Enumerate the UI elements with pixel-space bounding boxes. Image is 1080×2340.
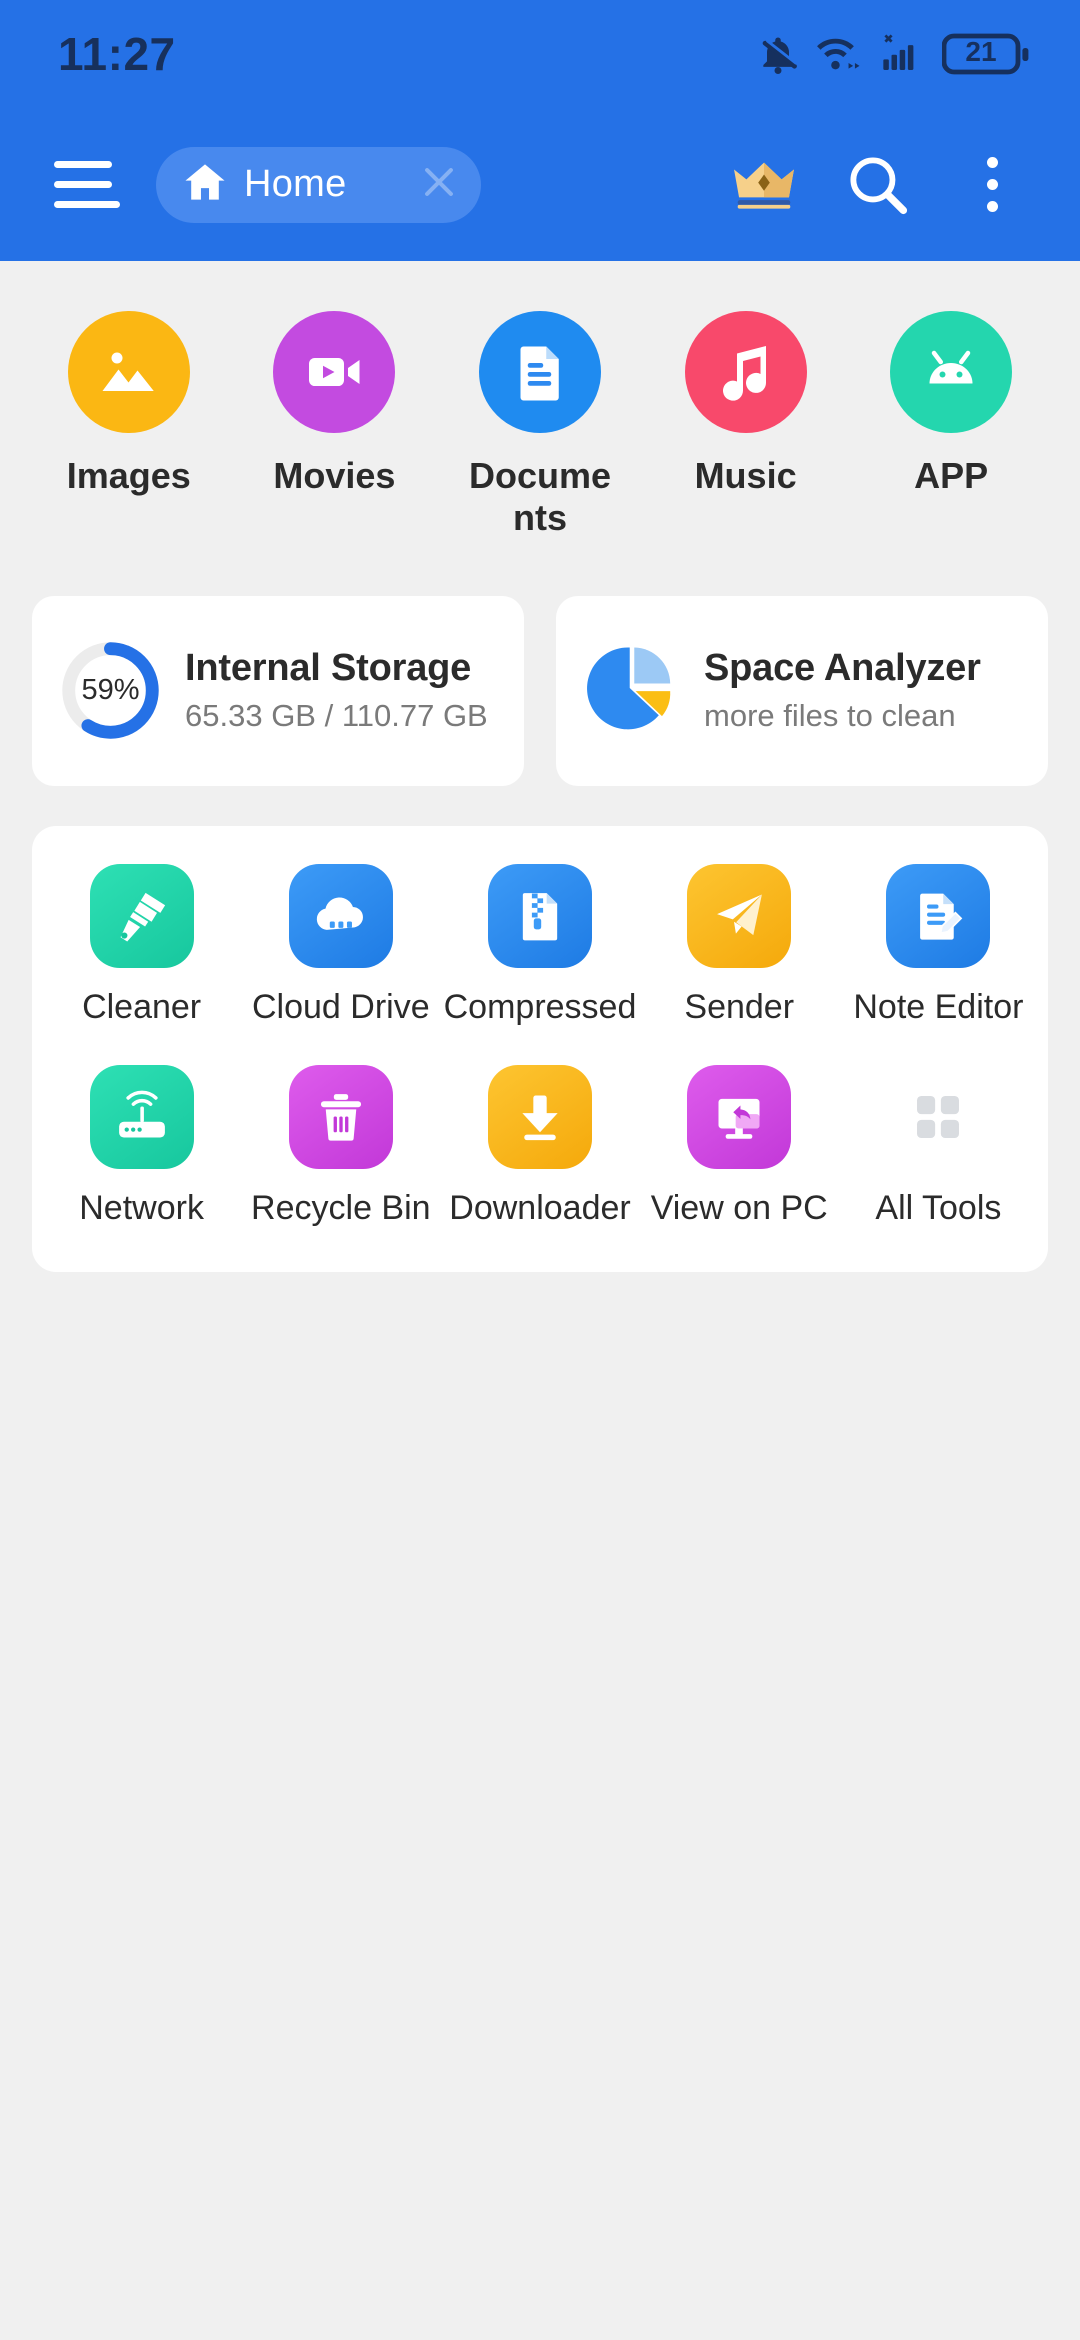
category-music-label: Music (694, 455, 797, 496)
tool-cloud-drive[interactable]: Cloud Drive (241, 863, 440, 1027)
status-bar-icons: 21 (756, 32, 1030, 76)
monitor-icon (687, 1064, 792, 1169)
tool-all-tools-label: All Tools (875, 1188, 1002, 1227)
category-app-label: APP (914, 455, 989, 496)
category-images[interactable]: Images (26, 311, 232, 540)
zip-file-icon (488, 863, 592, 968)
space-analyzer-title: Space Analyzer (704, 647, 981, 690)
tool-cleaner-label: Cleaner (82, 987, 202, 1026)
tool-downloader[interactable]: Downloader (440, 1064, 639, 1228)
tool-sender-label: Sender (684, 987, 795, 1026)
storage-cards: 59% Internal Storage 65.33 GB / 110.77 G… (0, 540, 1080, 786)
image-icon (67, 311, 190, 433)
storage-progress-ring: 59% (58, 638, 163, 743)
tools-row-2: Network Recycle Bin Downloader View on P… (42, 1064, 1038, 1228)
category-movies-label: Movies (273, 455, 396, 496)
pie-chart-icon (582, 638, 682, 743)
crown-icon[interactable] (728, 149, 800, 221)
more-vertical-icon[interactable] (956, 149, 1028, 221)
paper-plane-icon (687, 863, 792, 968)
brush-icon (89, 863, 194, 968)
wifi-icon (816, 32, 862, 76)
storage-percent-label: 59% (81, 674, 140, 707)
hamburger-menu-icon[interactable] (46, 146, 124, 224)
category-images-label: Images (66, 455, 191, 496)
category-documents-label: Documents (468, 455, 611, 539)
tool-cloud-drive-label: Cloud Drive (251, 987, 430, 1026)
tool-network[interactable]: Network (42, 1064, 241, 1228)
tool-network-label: Network (79, 1188, 204, 1227)
tool-downloader-label: Downloader (449, 1188, 631, 1227)
app-toolbar: Home (0, 108, 1080, 261)
internal-storage-card[interactable]: 59% Internal Storage 65.33 GB / 110.77 G… (32, 595, 524, 786)
download-icon (488, 1064, 592, 1169)
battery-icon: 21 (942, 32, 1030, 76)
android-icon (890, 311, 1013, 433)
category-documents[interactable]: Documents (437, 311, 643, 540)
tool-note-editor[interactable]: Note Editor (839, 863, 1038, 1027)
tool-view-on-pc-label: View on PC (650, 1188, 828, 1227)
tools-row-1: Cleaner Cloud Drive Compressed Sender No… (42, 863, 1038, 1027)
battery-percentage: 21 (965, 36, 997, 67)
document-icon (478, 311, 601, 433)
note-edit-icon (886, 863, 991, 968)
internal-storage-title: Internal Storage (185, 647, 472, 690)
tools-card: Cleaner Cloud Drive Compressed Sender No… (32, 825, 1048, 1272)
bell-mute-icon (756, 32, 800, 76)
tool-compressed-label: Compressed (443, 987, 637, 1026)
cloud-icon (288, 863, 393, 968)
music-note-icon (684, 311, 807, 433)
grid-icon (886, 1064, 991, 1169)
category-shortcuts: Images Movies Documents Music APP (0, 261, 1080, 540)
tab-home-label: Home (244, 163, 347, 205)
tool-cleaner[interactable]: Cleaner (42, 863, 241, 1027)
status-bar: 11:27 21 (0, 0, 1080, 108)
category-music[interactable]: Music (643, 311, 849, 540)
category-app[interactable]: APP (848, 311, 1054, 540)
search-icon[interactable] (842, 149, 914, 221)
video-icon (273, 311, 396, 433)
toolbar-actions (728, 149, 1034, 221)
space-analyzer-subtitle: more files to clean (704, 698, 956, 734)
tool-note-editor-label: Note Editor (853, 987, 1024, 1026)
tool-view-on-pc[interactable]: View on PC (640, 1064, 839, 1228)
cell-signal-no-service-icon (878, 32, 926, 76)
tool-recycle-bin-label: Recycle Bin (251, 1188, 431, 1227)
space-analyzer-card[interactable]: Space Analyzer more files to clean (556, 595, 1048, 786)
tool-all-tools[interactable]: All Tools (839, 1064, 1038, 1228)
trash-icon (288, 1064, 393, 1169)
router-icon (89, 1064, 194, 1169)
internal-storage-usage: 65.33 GB / 110.77 GB (185, 698, 488, 734)
home-icon (182, 159, 228, 210)
category-movies[interactable]: Movies (232, 311, 438, 540)
status-bar-clock: 11:27 (58, 28, 176, 80)
close-icon[interactable] (417, 160, 461, 209)
tab-home[interactable]: Home (156, 146, 481, 223)
tool-recycle-bin[interactable]: Recycle Bin (241, 1064, 440, 1228)
tool-sender[interactable]: Sender (640, 863, 839, 1027)
tool-compressed[interactable]: Compressed (440, 863, 639, 1027)
